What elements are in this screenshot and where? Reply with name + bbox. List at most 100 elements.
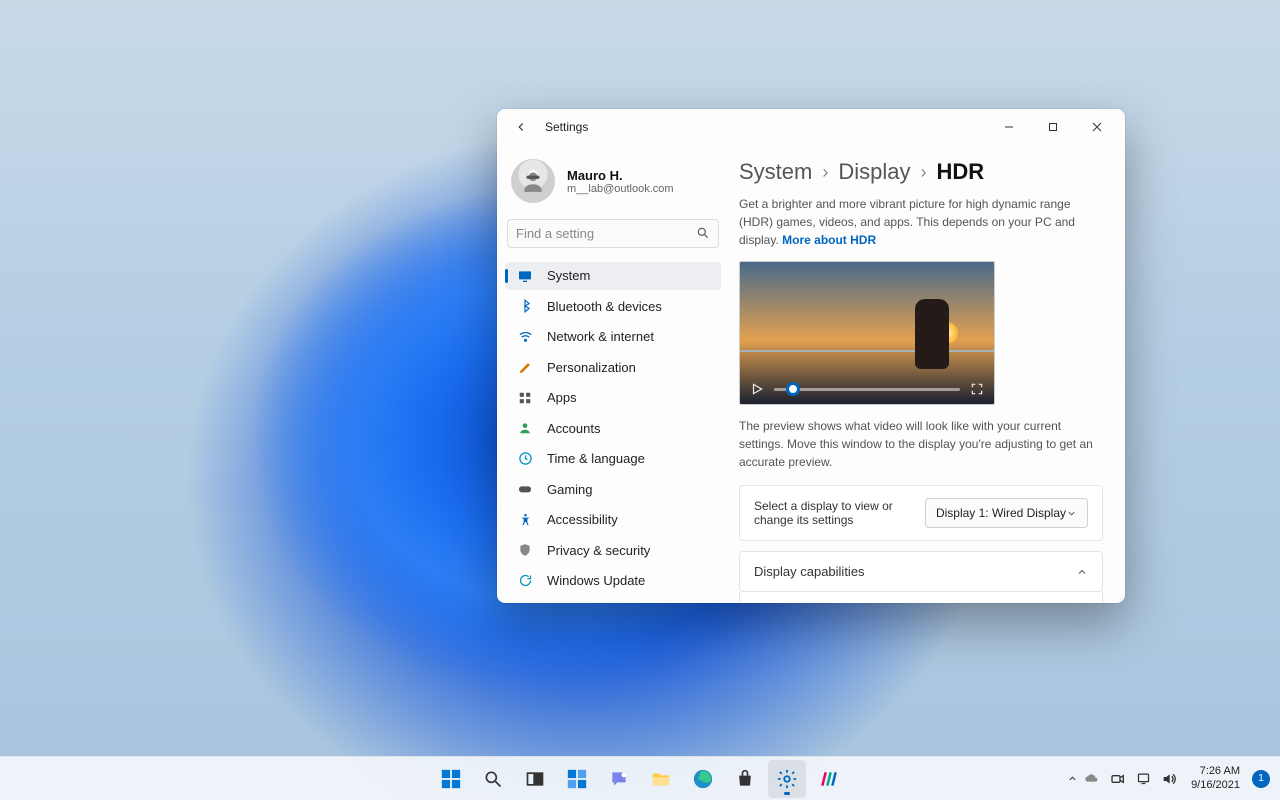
account-email: m__lab@outlook.com <box>567 183 674 195</box>
display-dropdown[interactable]: Display 1: Wired Display <box>925 498 1088 528</box>
notification-badge[interactable]: 1 <box>1252 770 1270 788</box>
volume-icon[interactable] <box>1161 771 1177 787</box>
brush-icon <box>517 359 533 375</box>
accessibility-icon <box>517 512 533 528</box>
settings-button[interactable] <box>768 760 806 798</box>
monitor-icon <box>517 268 533 284</box>
clock[interactable]: 7:26 AM 9/16/2021 <box>1191 765 1240 791</box>
capability-row: Play streaming HDR video Not supported <box>782 598 1088 603</box>
more-about-hdr-link[interactable]: More about HDR <box>782 233 876 247</box>
capabilities-header: Display capabilities <box>754 564 1062 579</box>
sidebar-item-time[interactable]: Time & language <box>505 445 721 473</box>
app-button[interactable] <box>810 760 848 798</box>
select-display-label: Select a display to view or change its s… <box>754 499 911 527</box>
chevron-up-icon <box>1076 566 1088 578</box>
maximize-button[interactable] <box>1031 112 1075 142</box>
sidebar-item-label: Windows Update <box>547 573 645 588</box>
sidebar-item-system[interactable]: System <box>505 262 721 290</box>
dropdown-value: Display 1: Wired Display <box>936 506 1066 520</box>
sidebar-item-label: System <box>547 268 590 283</box>
search-icon <box>696 226 710 240</box>
hdr-preview <box>739 261 995 405</box>
apps-icon <box>517 390 533 406</box>
taskbar-center <box>432 760 848 798</box>
network-icon[interactable] <box>1136 771 1151 786</box>
crumb-display[interactable]: Display <box>838 159 910 185</box>
sidebar-item-label: Personalization <box>547 360 636 375</box>
sidebar-item-network[interactable]: Network & internet <box>505 323 721 351</box>
titlebar: Settings <box>497 109 1125 145</box>
sidebar-item-label: Privacy & security <box>547 543 650 558</box>
sidebar-item-bluetooth[interactable]: Bluetooth & devices <box>505 292 721 320</box>
search-box[interactable] <box>507 219 719 248</box>
wifi-icon <box>517 329 533 345</box>
globe-clock-icon <box>517 451 533 467</box>
account-row[interactable]: Mauro H. m__lab@outlook.com <box>505 153 721 217</box>
capability-value: Not supported <box>962 601 1037 603</box>
preview-slider[interactable] <box>774 388 960 391</box>
sidebar-item-update[interactable]: Windows Update <box>505 567 721 595</box>
sidebar-item-gaming[interactable]: Gaming <box>505 475 721 503</box>
clock-time: 7:26 AM <box>1191 765 1240 778</box>
crumb-system[interactable]: System <box>739 159 812 185</box>
content-pane: System › Display › HDR Get a brighter an… <box>729 145 1125 603</box>
display-capabilities-expander[interactable]: Display capabilities <box>739 551 1103 592</box>
sidebar-item-accounts[interactable]: Accounts <box>505 414 721 442</box>
sidebar-item-label: Apps <box>547 390 577 405</box>
sidebar-item-label: Time & language <box>547 451 645 466</box>
search-button[interactable] <box>474 760 512 798</box>
sidebar-item-label: Gaming <box>547 482 593 497</box>
sidebar-item-label: Bluetooth & devices <box>547 299 662 314</box>
sidebar-item-label: Accessibility <box>547 512 618 527</box>
play-icon[interactable] <box>750 382 764 396</box>
person-icon <box>517 420 533 436</box>
hdr-description: Get a brighter and more vibrant picture … <box>739 195 1103 249</box>
crumb-hdr: HDR <box>937 159 985 185</box>
preview-figure <box>915 299 949 369</box>
back-button[interactable] <box>509 115 533 139</box>
chat-button[interactable] <box>600 760 638 798</box>
clock-date: 9/16/2021 <box>1191 779 1240 792</box>
sidebar-item-label: Accounts <box>547 421 600 436</box>
capabilities-table: Play streaming HDR video Not supported U… <box>739 592 1103 603</box>
sidebar-item-accessibility[interactable]: Accessibility <box>505 506 721 534</box>
onedrive-icon[interactable] <box>1084 771 1100 787</box>
window-title: Settings <box>545 120 588 134</box>
sidebar-item-apps[interactable]: Apps <box>505 384 721 412</box>
preview-caption: The preview shows what video will look l… <box>739 417 1103 471</box>
chevron-right-icon: › <box>921 162 927 183</box>
shield-icon <box>517 542 533 558</box>
file-explorer-button[interactable] <box>642 760 680 798</box>
chevron-right-icon: › <box>822 162 828 183</box>
avatar <box>511 159 555 203</box>
minimize-button[interactable] <box>987 112 1031 142</box>
gamepad-icon <box>517 481 533 497</box>
preview-controls <box>740 374 994 404</box>
breadcrumb: System › Display › HDR <box>739 159 1103 185</box>
fullscreen-icon[interactable] <box>970 382 984 396</box>
sidebar-item-privacy[interactable]: Privacy & security <box>505 536 721 564</box>
slider-thumb[interactable] <box>786 382 800 396</box>
settings-window: Settings Mauro H. m__lab@outlook.com <box>497 109 1125 603</box>
store-button[interactable] <box>726 760 764 798</box>
system-tray: 7:26 AM 9/16/2021 1 <box>1067 765 1280 791</box>
close-button[interactable] <box>1075 112 1119 142</box>
account-name: Mauro H. <box>567 168 674 183</box>
capability-name: Play streaming HDR video <box>782 601 962 603</box>
taskbar: 7:26 AM 9/16/2021 1 <box>0 756 1280 800</box>
sidebar: Mauro H. m__lab@outlook.com System Bluet… <box>497 145 729 603</box>
sidebar-item-label: Network & internet <box>547 329 654 344</box>
chevron-down-icon <box>1066 508 1077 519</box>
update-icon <box>517 573 533 589</box>
preview-rail <box>740 350 994 352</box>
tray-chevron-icon[interactable] <box>1067 773 1078 784</box>
task-view-button[interactable] <box>516 760 554 798</box>
select-display-card: Select a display to view or change its s… <box>739 485 1103 541</box>
edge-button[interactable] <box>684 760 722 798</box>
bluetooth-icon <box>517 298 533 314</box>
start-button[interactable] <box>432 760 470 798</box>
widgets-button[interactable] <box>558 760 596 798</box>
search-input[interactable] <box>516 226 696 241</box>
sidebar-item-personalization[interactable]: Personalization <box>505 353 721 381</box>
meet-now-icon[interactable] <box>1110 771 1126 787</box>
